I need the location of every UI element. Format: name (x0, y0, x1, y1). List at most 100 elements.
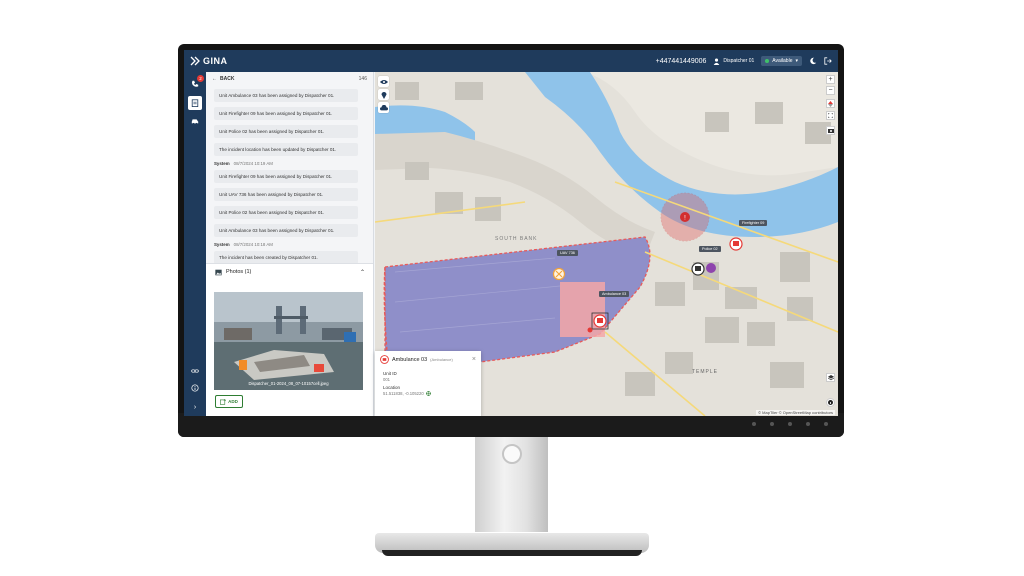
rail-incidents[interactable] (188, 96, 202, 110)
incident-count: 146 (358, 76, 367, 82)
system-label: System (214, 242, 230, 247)
unit-label-ambulance[interactable]: Ambulance 03 (599, 291, 630, 297)
photo-scene (214, 292, 363, 390)
app-logo: GINA (190, 56, 228, 66)
map-attribution: © MapTiler © OpenStreetMap contributors (756, 410, 835, 415)
rail-expand[interactable]: › (188, 400, 202, 414)
timestamp: 08/7/2024 10:18 AM (233, 242, 273, 247)
layers-icon (827, 374, 834, 380)
fullscreen-button[interactable] (826, 111, 835, 120)
photos-header[interactable]: Photos (1) ⌃ (206, 264, 373, 280)
clipboard-icon (191, 99, 199, 107)
zoom-out-button[interactable]: − (826, 86, 835, 95)
incident-photo[interactable]: Dispatcher_01-2024_08_07-10157cell.jpeg (214, 292, 363, 390)
add-photo-button[interactable]: ADD (215, 395, 243, 408)
top-bar: GINA +447441449006 Dispatcher 01 Availab… (184, 50, 838, 72)
unit-label-police[interactable]: Police 02 (699, 246, 721, 252)
crosshair-icon[interactable] (425, 391, 431, 396)
compass-icon (828, 100, 833, 107)
incident-panel: ← BACK 146 Unit Ambulance 03 has been as… (206, 72, 374, 416)
map-layer-toggle[interactable] (378, 89, 389, 100)
arrow-left-icon: ← (212, 76, 217, 82)
unit-details-card: Ambulance 03 (Ambulance) × Unit ID 001 L… (375, 351, 481, 416)
camera-icon (827, 129, 834, 133)
rail-calls[interactable]: 2 (188, 75, 204, 91)
zoom-in-button[interactable]: + (826, 75, 835, 84)
back-label: BACK (220, 76, 235, 82)
list-item: Unit UAV 736 has been assigned by Dispat… (214, 188, 358, 201)
dark-mode-icon[interactable] (809, 57, 817, 65)
unit-card-header: Ambulance 03 (Ambulance) × (375, 351, 481, 368)
unit-location-value: 51.511838, -0.105220 (383, 391, 424, 396)
app-screen: GINA +447441449006 Dispatcher 01 Availab… (184, 50, 838, 416)
location-pin-icon (381, 91, 386, 99)
status-value: Available (772, 58, 793, 64)
monitor-button (824, 422, 828, 426)
map-visibility-toggle[interactable] (378, 76, 389, 87)
compass-button[interactable] (826, 99, 835, 108)
unit-label-uav[interactable]: UAV 736 (557, 250, 578, 256)
calls-badge: 2 (197, 75, 204, 82)
unit-id-label: Unit ID (383, 371, 397, 376)
eye-icon (379, 79, 388, 84)
rail-units[interactable] (188, 114, 202, 128)
ambulance-icon (380, 355, 389, 364)
rail-links[interactable] (188, 364, 202, 378)
photos-section: Photos (1) ⌃ Dispatcher_01-2024_08_07-10… (206, 263, 373, 416)
unit-location-label: Location (383, 385, 401, 390)
photos-title: Photos (1) (226, 269, 252, 275)
layers-button[interactable] (826, 373, 835, 382)
stand-cable-hole (502, 444, 522, 464)
gina-logo-icon (190, 56, 200, 66)
map-info-button[interactable] (826, 398, 835, 407)
user-menu[interactable]: Dispatcher 01 (713, 58, 754, 65)
system-entry-header: System 08/7/2024 10:19 AM (214, 161, 365, 166)
add-label: ADD (228, 399, 238, 404)
status-dot (765, 59, 770, 63)
unit-label-firefighter[interactable]: Firefighter 09 (739, 220, 768, 226)
app-name: GINA (203, 56, 228, 66)
monitor-button (788, 422, 792, 426)
camera-button[interactable] (826, 126, 835, 135)
monitor-chin (178, 413, 844, 437)
info-icon (828, 400, 833, 405)
monitor-stand-foot (382, 550, 642, 556)
photo-filename: Dispatcher_01-2024_08_07-10157cell.jpeg (248, 381, 329, 386)
vehicle-icon (191, 119, 199, 125)
top-bar-actions: +447441449006 Dispatcher 01 Available ▾ (656, 56, 832, 66)
add-image-icon (220, 398, 227, 405)
list-item: The incident location has been updated b… (214, 143, 358, 156)
unit-location-row: 51.511838, -0.105220 (383, 391, 473, 396)
info-icon (191, 384, 199, 392)
system-label: System (214, 161, 230, 166)
chevron-up-icon: ⌃ (359, 269, 365, 276)
status-select[interactable]: Available ▾ (761, 56, 802, 66)
image-icon (215, 269, 222, 275)
link-icon (191, 369, 199, 373)
unit-type: (Ambulance) (430, 357, 453, 362)
list-item: Unit Police 02 has been assigned by Disp… (214, 206, 358, 219)
back-button[interactable]: ← BACK (212, 76, 234, 82)
panel-header: ← BACK 146 (206, 72, 373, 86)
map-area-label: SOUTH BANK (495, 236, 538, 242)
logout-icon[interactable] (824, 57, 832, 65)
user-name: Dispatcher 01 (723, 58, 755, 64)
close-icon[interactable]: × (472, 356, 476, 363)
list-item: Unit Ambulance 03 has been assigned by D… (214, 224, 358, 237)
unit-name: Ambulance 03 (392, 356, 428, 363)
map-cloud-toggle[interactable] (378, 102, 389, 113)
list-item: Unit Firefighter 09 has been assigned by… (214, 170, 358, 183)
system-entry-header: System 08/7/2024 10:18 AM (214, 242, 365, 247)
monitor-buttons (752, 422, 828, 426)
monitor-button (806, 422, 810, 426)
chevron-down-icon: ▾ (795, 58, 798, 64)
cloud-icon (379, 104, 388, 110)
map-district-label: TEMPLE (692, 369, 719, 375)
monitor-button (752, 422, 756, 426)
timestamp: 08/7/2024 10:19 AM (233, 161, 273, 166)
list-item: Unit Ambulance 03 has been assigned by D… (214, 89, 358, 102)
nav-rail: 2 › (184, 72, 206, 416)
rail-info[interactable] (188, 381, 202, 395)
user-icon (714, 58, 720, 65)
list-item: Unit Police 02 has been assigned by Disp… (214, 125, 358, 138)
